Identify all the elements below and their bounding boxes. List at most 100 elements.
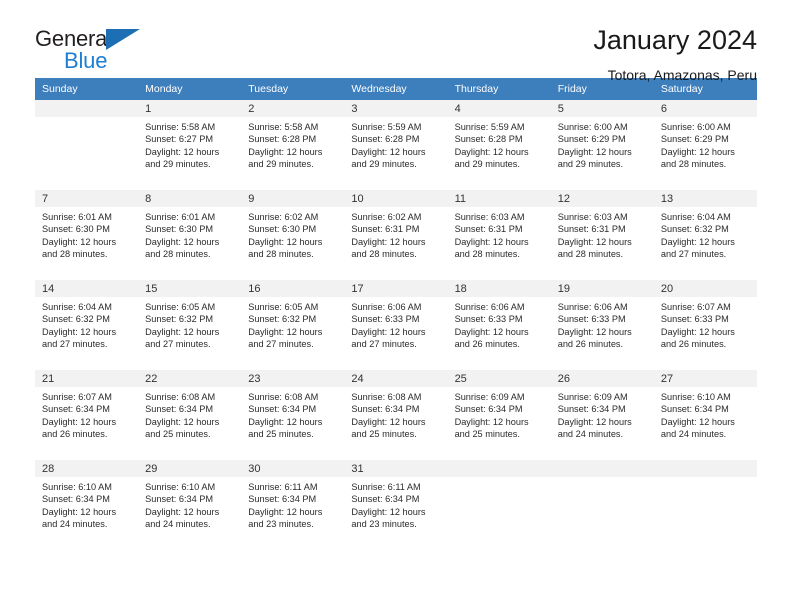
day-sun-info: Sunrise: 6:06 AM Sunset: 6:33 PM Daylight:… [344, 297, 447, 351]
daylight-text: Daylight: 12 hours and 23 minutes. [248, 506, 323, 530]
weekday-header-tuesday: Tuesday [241, 78, 345, 100]
sunrise-text: Sunrise: 6:09 AM [454, 392, 525, 402]
sunrise-text: Sunrise: 6:10 AM [42, 482, 112, 492]
calendar-day-cell[interactable]: 5 Sunrise: 6:00 AM Sunset: 6:29 PM Daylight… [550, 100, 654, 190]
sunrise-text: Sunrise: 6:11 AM [351, 482, 421, 492]
sunrise-text: Sunrise: 6:01 AM [145, 212, 216, 222]
day-number: 22 [138, 370, 242, 387]
day-sun-info: Sunrise: 6:05 AM Sunset: 6:32 PM Daylight:… [241, 297, 344, 351]
sunrise-text: Sunrise: 6:02 AM [248, 212, 319, 222]
sunrise-text: Sunrise: 6:07 AM [660, 302, 731, 312]
day-sun-info: Sunrise: 6:08 AM Sunset: 6:34 PM Daylight:… [344, 387, 447, 441]
daylight-text: Daylight: 12 hours and 27 minutes. [248, 326, 323, 350]
calendar-day-cell[interactable]: 21 Sunrise: 6:07 AM Sunset: 6:34 PM Dayligh… [35, 370, 139, 460]
calendar-day-cell[interactable]: 10 Sunrise: 6:02 AM Sunset: 6:31 PM Dayligh… [344, 190, 448, 280]
daylight-text: Daylight: 12 hours and 24 minutes. [42, 506, 117, 530]
sunrise-text: Sunrise: 5:59 AM [454, 122, 525, 132]
calendar-day-cell[interactable]: 24 Sunrise: 6:08 AM Sunset: 6:34 PM Dayligh… [344, 370, 448, 460]
calendar-day-cell[interactable]: 1 Sunrise: 5:58 AM Sunset: 6:27 PM Daylight… [138, 100, 242, 190]
calendar-day-cell[interactable]: 23 Sunrise: 6:08 AM Sunset: 6:34 PM Dayligh… [241, 370, 345, 460]
daylight-text: Daylight: 12 hours and 28 minutes. [454, 236, 529, 260]
sunrise-text: Sunrise: 6:05 AM [145, 302, 216, 312]
day-number: 20 [653, 280, 757, 297]
day-sun-info: Sunrise: 6:01 AM Sunset: 6:30 PM Daylight:… [138, 207, 241, 261]
calendar-day-cell[interactable]: 22 Sunrise: 6:08 AM Sunset: 6:34 PM Dayligh… [138, 370, 242, 460]
calendar-day-cell[interactable]: 17 Sunrise: 6:06 AM Sunset: 6:33 PM Dayligh… [344, 280, 448, 370]
calendar-week-row: 7 Sunrise: 6:01 AM Sunset: 6:30 PM Daylight… [35, 190, 757, 280]
calendar-day-cell[interactable]: 11 Sunrise: 6:03 AM Sunset: 6:31 PM Dayligh… [447, 190, 551, 280]
sunset-text: Sunset: 6:28 PM [454, 134, 523, 145]
calendar-day-cell-empty [35, 100, 139, 190]
calendar-day-cell[interactable]: 19 Sunrise: 6:06 AM Sunset: 6:33 PM Dayligh… [550, 280, 654, 370]
day-cell-inner: 30 Sunrise: 6:11 AM Sunset: 6:34 PM Dayligh… [241, 460, 345, 550]
calendar-day-cell[interactable]: 8 Sunrise: 6:01 AM Sunset: 6:30 PM Daylight… [138, 190, 242, 280]
calendar-day-cell[interactable]: 15 Sunrise: 6:05 AM Sunset: 6:32 PM Dayligh… [138, 280, 242, 370]
calendar-week-row: 28 Sunrise: 6:10 AM Sunset: 6:34 PM Dayligh… [35, 460, 757, 550]
calendar-day-cell[interactable]: 20 Sunrise: 6:07 AM Sunset: 6:33 PM Dayligh… [653, 280, 757, 370]
calendar-day-cell[interactable]: 13 Sunrise: 6:04 AM Sunset: 6:32 PM Dayligh… [653, 190, 757, 280]
day-number: 14 [35, 280, 139, 297]
daylight-text: Daylight: 12 hours and 25 minutes. [351, 416, 426, 440]
sunset-text: Sunset: 6:30 PM [145, 224, 214, 235]
sunrise-text: Sunrise: 6:03 AM [454, 212, 525, 222]
day-number: 18 [447, 280, 551, 297]
calendar-day-cell[interactable]: 14 Sunrise: 6:04 AM Sunset: 6:32 PM Dayligh… [35, 280, 139, 370]
calendar-day-cell[interactable]: 2 Sunrise: 5:58 AM Sunset: 6:28 PM Daylight… [241, 100, 345, 190]
day-sun-info: Sunrise: 6:02 AM Sunset: 6:30 PM Daylight:… [241, 207, 344, 261]
daylight-text: Daylight: 12 hours and 28 minutes. [557, 236, 632, 260]
calendar-day-cell[interactable]: 16 Sunrise: 6:05 AM Sunset: 6:32 PM Dayligh… [241, 280, 345, 370]
day-cell-inner: 29 Sunrise: 6:10 AM Sunset: 6:34 PM Dayligh… [138, 460, 242, 550]
day-number: 5 [550, 100, 654, 117]
day-cell-inner [653, 460, 757, 550]
day-cell-inner: 14 Sunrise: 6:04 AM Sunset: 6:32 PM Dayligh… [35, 280, 139, 370]
calendar-day-cell[interactable]: 26 Sunrise: 6:09 AM Sunset: 6:34 PM Dayligh… [550, 370, 654, 460]
calendar-day-cell[interactable]: 28 Sunrise: 6:10 AM Sunset: 6:34 PM Dayligh… [35, 460, 139, 550]
day-number: 31 [344, 460, 448, 477]
day-number: 1 [138, 100, 242, 117]
calendar-day-cell[interactable]: 29 Sunrise: 6:10 AM Sunset: 6:34 PM Dayligh… [138, 460, 242, 550]
sunrise-text: Sunrise: 6:08 AM [248, 392, 319, 402]
sunset-text: Sunset: 6:28 PM [248, 134, 317, 145]
calendar-day-cell[interactable]: 27 Sunrise: 6:10 AM Sunset: 6:34 PM Dayligh… [653, 370, 757, 460]
day-number: 3 [344, 100, 448, 117]
daylight-text: Daylight: 12 hours and 26 minutes. [42, 416, 117, 440]
sunset-text: Sunset: 6:33 PM [557, 314, 626, 325]
calendar-day-cell[interactable]: 3 Sunrise: 5:59 AM Sunset: 6:28 PM Daylight… [344, 100, 448, 190]
sunrise-text: Sunrise: 6:10 AM [145, 482, 216, 492]
day-number: 29 [138, 460, 242, 477]
day-cell-inner: 11 Sunrise: 6:03 AM Sunset: 6:31 PM Dayligh… [447, 190, 551, 280]
calendar-grid: Sunday Monday Tuesday Wednesday Thursday… [35, 78, 757, 550]
title-block: January 2024 Totora, Amazonas, Peru [593, 25, 757, 83]
day-number: 24 [344, 370, 448, 387]
calendar-day-cell[interactable]: 9 Sunrise: 6:02 AM Sunset: 6:30 PM Daylight… [241, 190, 345, 280]
calendar-day-cell[interactable]: 30 Sunrise: 6:11 AM Sunset: 6:34 PM Dayligh… [241, 460, 345, 550]
day-cell-inner: 7 Sunrise: 6:01 AM Sunset: 6:30 PM Daylight… [35, 190, 139, 280]
calendar-day-cell[interactable]: 7 Sunrise: 6:01 AM Sunset: 6:30 PM Daylight… [35, 190, 139, 280]
calendar-page: General Blue January 2024 Totora, Amazon… [0, 0, 792, 612]
sunset-text: Sunset: 6:30 PM [42, 224, 110, 235]
calendar-day-cell[interactable]: 18 Sunrise: 6:06 AM Sunset: 6:33 PM Dayligh… [447, 280, 551, 370]
day-sun-info: Sunrise: 6:07 AM Sunset: 6:33 PM Daylight:… [654, 297, 757, 351]
day-cell-inner: 9 Sunrise: 6:02 AM Sunset: 6:30 PM Daylight… [241, 190, 345, 280]
calendar-day-cell[interactable]: 6 Sunrise: 6:00 AM Sunset: 6:29 PM Daylight… [653, 100, 757, 190]
day-sun-info: Sunrise: 6:10 AM Sunset: 6:34 PM Daylight:… [138, 477, 241, 531]
day-number: 7 [35, 190, 139, 207]
calendar-day-cell-empty [653, 460, 757, 550]
calendar-day-cell[interactable]: 31 Sunrise: 6:11 AM Sunset: 6:34 PM Dayligh… [344, 460, 448, 550]
sunset-text: Sunset: 6:29 PM [660, 134, 729, 145]
sunrise-text: Sunrise: 6:09 AM [557, 392, 628, 402]
day-sun-info: Sunrise: 6:04 AM Sunset: 6:32 PM Daylight:… [35, 297, 138, 351]
day-number: 4 [447, 100, 551, 117]
daylight-text: Daylight: 12 hours and 27 minutes. [145, 326, 220, 350]
calendar-day-cell[interactable]: 4 Sunrise: 5:59 AM Sunset: 6:28 PM Daylight… [447, 100, 551, 190]
day-cell-inner: 20 Sunrise: 6:07 AM Sunset: 6:33 PM Dayligh… [653, 280, 757, 370]
calendar-day-cell[interactable]: 25 Sunrise: 6:09 AM Sunset: 6:34 PM Dayligh… [447, 370, 551, 460]
sunset-text: Sunset: 6:31 PM [454, 224, 523, 235]
location-subtitle: Totora, Amazonas, Peru [607, 66, 757, 83]
sunset-text: Sunset: 6:33 PM [454, 314, 523, 325]
sunrise-text: Sunrise: 5:59 AM [351, 122, 422, 132]
day-cell-inner [35, 100, 139, 190]
sunset-text: Sunset: 6:34 PM [145, 494, 214, 505]
day-sun-info: Sunrise: 5:59 AM Sunset: 6:28 PM Daylight:… [344, 117, 447, 171]
calendar-day-cell[interactable]: 12 Sunrise: 6:03 AM Sunset: 6:31 PM Dayligh… [550, 190, 654, 280]
